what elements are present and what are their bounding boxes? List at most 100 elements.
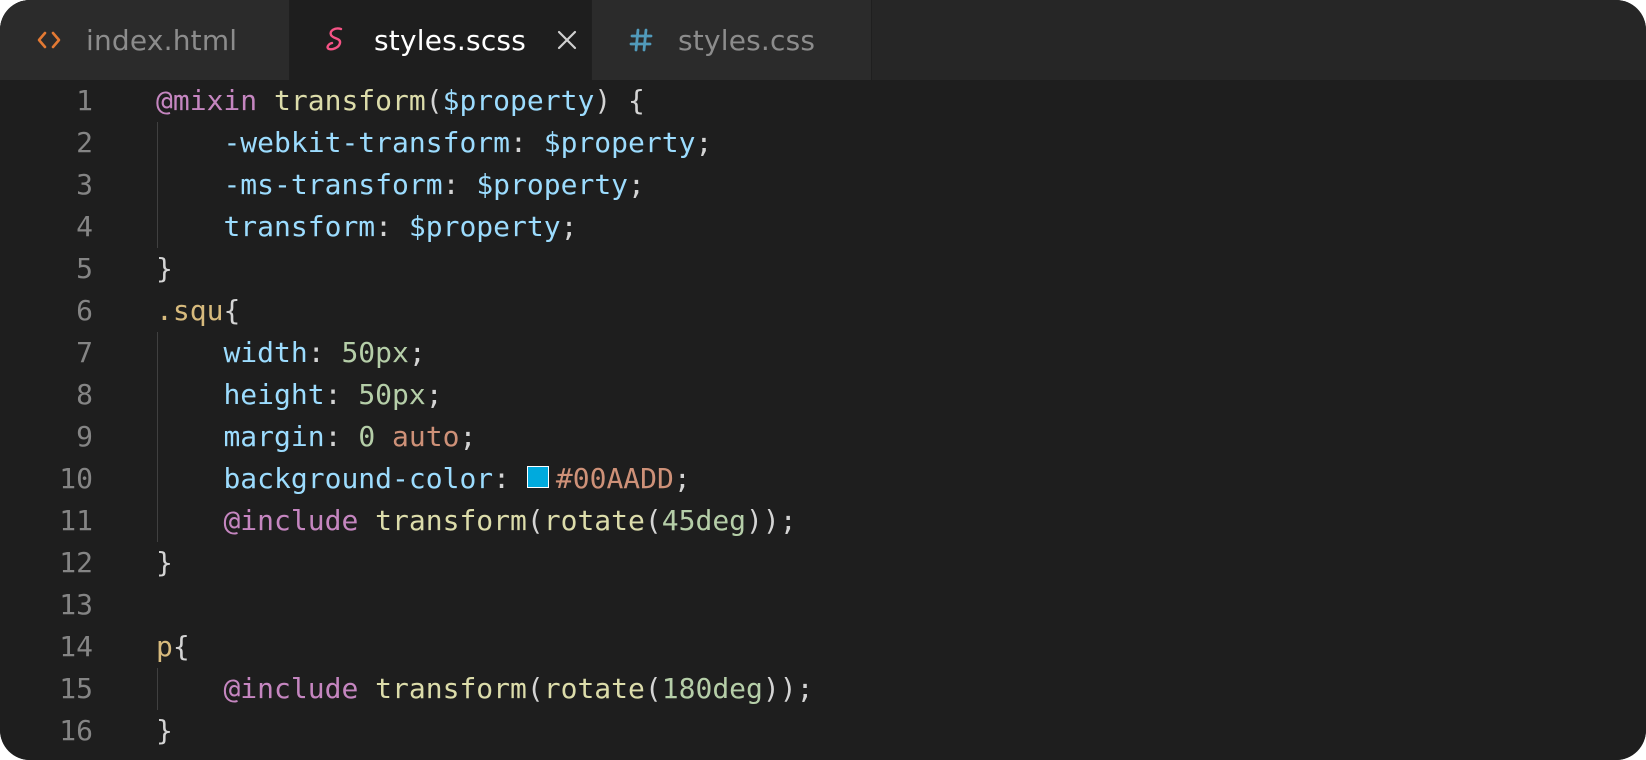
code-text: height: 50px; xyxy=(156,374,442,416)
code-line[interactable]: 11 @include transform(rotate(45deg)); xyxy=(0,500,1646,542)
code-line[interactable]: 13 xyxy=(0,584,1646,626)
code-token: 50px xyxy=(341,336,409,369)
code-token: width xyxy=(223,336,308,369)
code-token: )); xyxy=(746,504,797,537)
code-token: : xyxy=(324,378,359,411)
code-token: } xyxy=(156,252,173,285)
code-text: background-color: #00AADD; xyxy=(156,458,691,500)
code-token: ; xyxy=(408,336,426,369)
code-token: : xyxy=(307,336,342,369)
code-editor[interactable]: 1 @mixin transform($property) {2 -webkit-… xyxy=(0,80,1646,760)
code-token: 50px xyxy=(358,378,426,411)
code-line[interactable]: 15 @include transform(rotate(180deg)); xyxy=(0,668,1646,710)
code-token: $property xyxy=(408,210,561,243)
code-token: rotate xyxy=(543,504,645,537)
code-token: rotate xyxy=(543,672,645,705)
code-token: @mixin xyxy=(156,84,258,117)
code-token: : xyxy=(375,210,409,243)
tab-label: index.html xyxy=(86,23,238,57)
code-line[interactable]: 10 background-color: #00AADD; xyxy=(0,458,1646,500)
color-swatch[interactable] xyxy=(526,466,549,488)
code-token: ; xyxy=(673,462,691,495)
code-line[interactable]: 16} xyxy=(0,710,1646,752)
code-token: $property xyxy=(442,84,595,117)
code-text: @mixin transform($property) { xyxy=(156,80,645,122)
code-token: : xyxy=(442,168,477,201)
line-number: 2 xyxy=(76,126,93,159)
code-text: transform: $property; xyxy=(156,206,577,248)
line-number: 15 xyxy=(59,672,93,705)
code-line[interactable]: 7 width: 50px; xyxy=(0,332,1646,374)
code-token: : xyxy=(324,420,359,453)
code-text: width: 50px; xyxy=(156,332,426,374)
tab-styles-css[interactable]: styles.css xyxy=(592,0,872,80)
code-token: .squ xyxy=(156,294,224,327)
code-token: #00AADD xyxy=(555,462,674,495)
sass-file-icon xyxy=(322,25,352,55)
code-text: @include transform(rotate(45deg)); xyxy=(156,500,797,542)
line-number: 11 xyxy=(59,504,93,537)
code-token: height xyxy=(223,378,325,411)
code-line[interactable]: 1 @mixin transform($property) { xyxy=(0,80,1646,122)
code-token: background-color xyxy=(223,462,494,495)
code-text: margin: 0 auto; xyxy=(156,416,476,458)
code-line[interactable]: 3 -ms-transform: $property; xyxy=(0,164,1646,206)
line-number: 1 xyxy=(76,84,93,117)
line-number: 13 xyxy=(59,588,93,621)
code-token: transform xyxy=(274,84,426,117)
code-token: -ms-transform xyxy=(223,168,443,201)
close-icon[interactable] xyxy=(552,25,582,55)
code-token: ( xyxy=(644,504,662,537)
tab-styles-scss[interactable]: styles.scss xyxy=(290,0,592,80)
code-line[interactable]: 9 margin: 0 auto; xyxy=(0,416,1646,458)
code-line[interactable]: 8 height: 50px; xyxy=(0,374,1646,416)
line-number: 6 xyxy=(76,294,93,327)
code-line[interactable]: 6 .squ{ xyxy=(0,290,1646,332)
code-token: transform xyxy=(375,504,527,537)
code-text: } xyxy=(156,710,173,752)
code-token: ; xyxy=(560,210,578,243)
line-number: 16 xyxy=(59,714,93,747)
code-text: } xyxy=(156,248,173,290)
code-token: @include xyxy=(223,672,359,705)
code-token: $property xyxy=(476,168,629,201)
code-line[interactable]: 2 -webkit-transform: $property; xyxy=(0,122,1646,164)
code-token: transform xyxy=(375,672,527,705)
line-number: 10 xyxy=(59,462,93,495)
code-token: ) { xyxy=(594,84,645,117)
code-token: 0 xyxy=(358,420,376,453)
tab-label: styles.css xyxy=(678,23,816,57)
code-token: )); xyxy=(762,672,814,705)
code-line[interactable]: 14 p{ xyxy=(0,626,1646,668)
code-text: } xyxy=(156,542,173,584)
code-token: transform xyxy=(223,210,376,243)
code-token: ( xyxy=(644,672,662,705)
code-token: @include xyxy=(223,504,359,537)
line-number: 3 xyxy=(76,168,93,201)
line-number: 14 xyxy=(59,630,93,663)
code-line[interactable]: 4 transform: $property; xyxy=(0,206,1646,248)
code-token: 180deg xyxy=(661,672,763,705)
code-line[interactable]: 12} xyxy=(0,542,1646,584)
code-token: -webkit-transform xyxy=(223,126,511,159)
code-text: p{ xyxy=(156,626,190,668)
code-line[interactable]: 5} xyxy=(0,248,1646,290)
code-token: ; xyxy=(628,168,645,201)
code-token: } xyxy=(156,714,173,747)
code-token: ( xyxy=(526,504,544,537)
code-token: ( xyxy=(526,672,544,705)
code-token: { xyxy=(223,294,241,327)
line-number: 4 xyxy=(76,210,93,243)
tab-index-html[interactable]: index.html xyxy=(0,0,290,80)
